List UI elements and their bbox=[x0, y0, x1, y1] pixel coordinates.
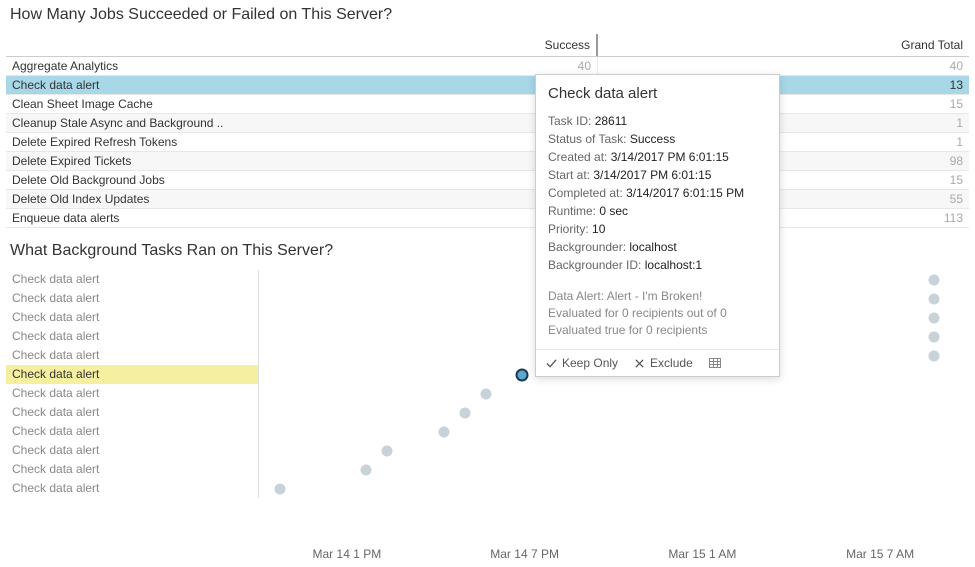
x-axis-tick: Mar 14 7 PM bbox=[436, 547, 614, 561]
task-row-label[interactable]: Check data alert bbox=[6, 441, 258, 460]
timeline-dot[interactable] bbox=[928, 293, 939, 304]
task-row-label[interactable]: Check data alert bbox=[6, 327, 258, 346]
job-name: Delete Old Background Jobs bbox=[6, 171, 258, 189]
job-name: Delete Expired Tickets bbox=[6, 152, 258, 170]
job-success-count: 40 bbox=[258, 57, 598, 75]
table-row[interactable]: Clean Sheet Image Cache15 bbox=[6, 95, 969, 114]
timeline-dot[interactable] bbox=[928, 274, 939, 285]
tooltip-created: 3/14/2017 PM 6:01:15 bbox=[611, 150, 729, 164]
timeline-dot[interactable] bbox=[381, 445, 392, 456]
tooltip-completed: 3/14/2017 6:01:15 PM bbox=[626, 186, 744, 200]
jobs-section-title: How Many Jobs Succeeded or Failed on Thi… bbox=[0, 0, 975, 34]
tooltip-status: Success bbox=[630, 132, 675, 146]
task-row-label[interactable]: Check data alert bbox=[6, 346, 258, 365]
tooltip-backgrounder: localhost bbox=[629, 240, 676, 254]
x-axis-tick: Mar 15 1 AM bbox=[614, 547, 792, 561]
timeline-dot[interactable] bbox=[928, 331, 939, 342]
timeline-dot[interactable] bbox=[459, 407, 470, 418]
exclude-button[interactable]: Exclude bbox=[634, 356, 693, 370]
table-row[interactable]: Enqueue data alerts113 bbox=[6, 209, 969, 228]
view-data-icon[interactable] bbox=[709, 358, 721, 368]
table-row[interactable]: Cleanup Stale Async and Background ..1 bbox=[6, 114, 969, 133]
keep-only-button[interactable]: Keep Only bbox=[546, 356, 618, 370]
tooltip-extra-line: Evaluated true for 0 recipients bbox=[548, 322, 767, 339]
table-row[interactable]: Delete Old Index Updates55 bbox=[6, 190, 969, 209]
task-row-label[interactable]: Check data alert bbox=[6, 403, 258, 422]
table-row[interactable]: Aggregate Analytics4040 bbox=[6, 57, 969, 76]
task-row-label[interactable]: Check data alert bbox=[6, 479, 258, 498]
tooltip-priority: 10 bbox=[592, 222, 605, 236]
task-row-label[interactable]: Check data alert bbox=[6, 270, 258, 289]
x-axis-tick: Mar 14 1 PM bbox=[258, 547, 436, 561]
tooltip-extra-line: Data Alert: Alert - I'm Broken! bbox=[548, 288, 767, 305]
timeline-dot[interactable] bbox=[481, 388, 492, 399]
timeline-dot[interactable] bbox=[438, 426, 449, 437]
close-icon bbox=[634, 358, 645, 369]
job-grand-total: 40 bbox=[598, 57, 969, 75]
col-success-header[interactable]: Success bbox=[258, 34, 598, 56]
task-row-label[interactable]: Check data alert bbox=[6, 384, 258, 403]
task-row-label[interactable]: Check data alert bbox=[6, 308, 258, 327]
tooltip-runtime: 0 sec bbox=[599, 204, 628, 218]
table-row[interactable]: Delete Expired Tickets98 bbox=[6, 152, 969, 171]
timeline-dot[interactable] bbox=[928, 350, 939, 361]
tooltip-task-id: 28611 bbox=[595, 114, 627, 128]
check-icon bbox=[546, 358, 557, 369]
datapoint-tooltip: Check data alert Task ID: 28611 Status o… bbox=[535, 74, 780, 377]
table-row[interactable]: Delete Old Background Jobs15 bbox=[6, 171, 969, 190]
timeline-dot[interactable] bbox=[515, 368, 528, 381]
x-axis-tick: Mar 15 7 AM bbox=[791, 547, 969, 561]
task-row-label[interactable]: Check data alert bbox=[6, 365, 258, 384]
job-name: Clean Sheet Image Cache bbox=[6, 95, 258, 113]
task-row-label[interactable]: Check data alert bbox=[6, 422, 258, 441]
timeline-dot[interactable] bbox=[360, 464, 371, 475]
job-name: Enqueue data alerts bbox=[6, 209, 258, 227]
timeline-dot[interactable] bbox=[928, 312, 939, 323]
tasks-section-title: What Background Tasks Ran on This Server… bbox=[0, 236, 975, 270]
timeline-x-axis: Mar 14 1 PMMar 14 7 PMMar 15 1 AMMar 15 … bbox=[258, 547, 969, 561]
job-name: Aggregate Analytics bbox=[6, 57, 258, 75]
jobs-table: Success Grand Total Aggregate Analytics4… bbox=[6, 34, 969, 228]
task-row-label[interactable]: Check data alert bbox=[6, 460, 258, 479]
task-row-label[interactable]: Check data alert bbox=[6, 289, 258, 308]
timeline-dot[interactable] bbox=[275, 483, 286, 494]
job-name: Check data alert bbox=[6, 76, 258, 94]
tooltip-start: 3/14/2017 PM 6:01:15 bbox=[593, 168, 711, 182]
job-name: Delete Old Index Updates bbox=[6, 190, 258, 208]
table-row[interactable]: Delete Expired Refresh Tokens1 bbox=[6, 133, 969, 152]
jobs-table-header: Success Grand Total bbox=[6, 34, 969, 57]
col-grand-header[interactable]: Grand Total bbox=[598, 34, 969, 56]
tooltip-extra-line: Evaluated for 0 recipients out of 0 bbox=[548, 305, 767, 322]
table-row[interactable]: Check data alert13 bbox=[6, 76, 969, 95]
job-name: Delete Expired Refresh Tokens bbox=[6, 133, 258, 151]
tooltip-backgrounder-id: localhost:1 bbox=[645, 258, 702, 272]
tooltip-title: Check data alert bbox=[548, 85, 767, 102]
tasks-timeline: Check data alertCheck data alertCheck da… bbox=[6, 270, 969, 498]
job-name: Cleanup Stale Async and Background .. bbox=[6, 114, 258, 132]
